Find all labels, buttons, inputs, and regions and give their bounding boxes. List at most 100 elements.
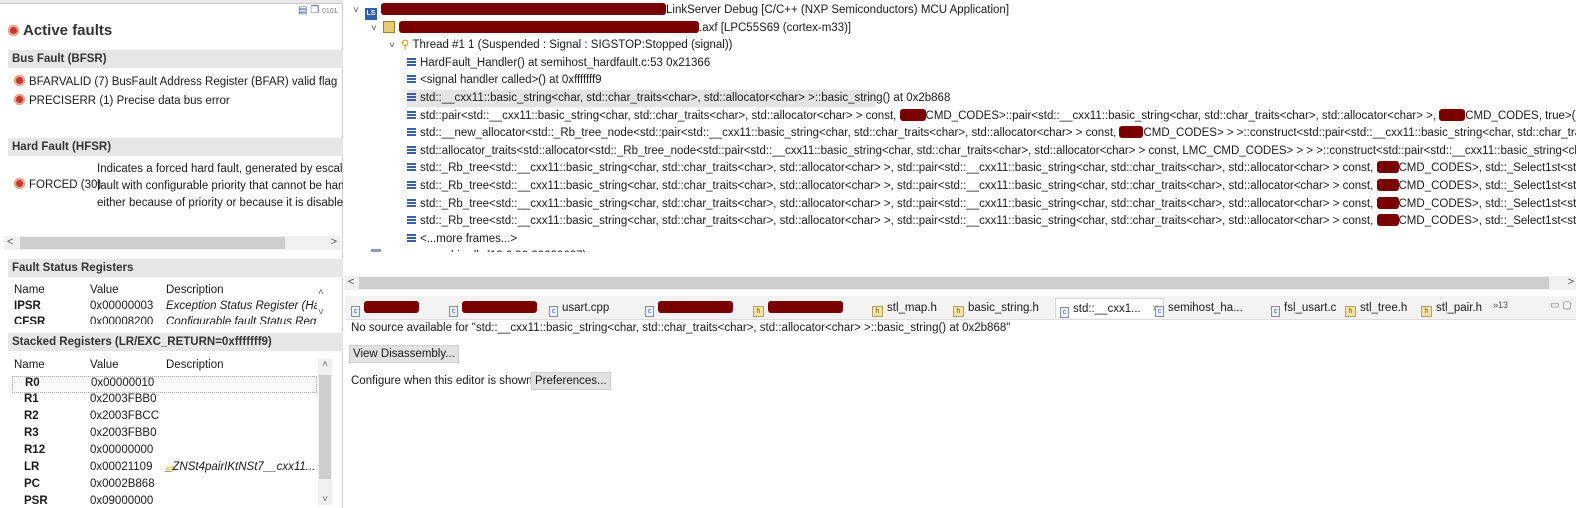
scroll-down-icon[interactable]: ˅ <box>318 494 332 505</box>
item-label: std::allocator_traits<std::allocator<std… <box>420 144 1576 157</box>
scrollbar-thumb[interactable] <box>20 237 285 249</box>
redaction <box>1376 214 1399 227</box>
tab-label: usart.cpp <box>562 302 610 314</box>
col-value: Value <box>90 284 119 296</box>
view-disassembly-button[interactable]: View Disassembly... <box>349 345 459 363</box>
reg-name: R3 <box>24 427 39 439</box>
debug-tree-item[interactable]: <...more frames...> <box>407 231 517 248</box>
debug-tree-item[interactable]: std::__cxx11::basic_string<char, std::ch… <box>407 90 950 107</box>
scrollbar-thumb[interactable] <box>359 277 1549 289</box>
redaction <box>462 301 537 313</box>
tab-label: stl_pair.h <box>1436 302 1483 314</box>
editor-tab[interactable]: c <box>645 298 733 318</box>
table-row[interactable]: R2 0x2003FBCC <box>12 410 317 427</box>
debug-tree-item[interactable]: std::_Rb_tree<std::__cxx11::basic_string… <box>407 213 1576 230</box>
debug-tree-item[interactable]: <signal handler called>() at 0xfffffff9 <box>407 72 602 89</box>
c-file-icon: c <box>1060 307 1069 318</box>
fault-status-header: Fault Status Registers <box>8 259 343 277</box>
editor-tab[interactable]: h stl_pair.h <box>1421 298 1482 318</box>
debug-tree-item[interactable]: std::allocator_traits<std::allocator<std… <box>407 143 1576 160</box>
reg-value: 0x09000000 <box>90 495 154 505</box>
editor-tab[interactable]: c fsl_usart.c <box>1271 298 1336 318</box>
editor-tab[interactable]: c semihost_ha... <box>1155 298 1243 318</box>
editor-tab[interactable]: h basic_string.h <box>953 298 1039 318</box>
item-label: std::__new_allocator<std::_Rb_tree_node<… <box>420 127 1120 140</box>
fault-item: BFARVALID (7) BusFault Address Register … <box>14 75 337 88</box>
scroll-right-icon[interactable]: > <box>1568 276 1574 288</box>
editor-tab[interactable]: cstd::__cxx1... × <box>1055 298 1164 318</box>
item-label: LinkServer Debug [C/C++ (NXP Semiconduct… <box>666 4 1010 16</box>
debug-tree-item[interactable]: std::__new_allocator<std::_Rb_tree_node<… <box>407 125 1576 142</box>
scroll-down-icon[interactable]: ˅ <box>318 303 324 323</box>
fault-name: PRECISERR <box>29 95 97 107</box>
minimize-maximize-icons[interactable]: ▭ ▢ <box>1550 300 1572 311</box>
item-label-cont: CMD_CODES>, std::_Select1st<std::pair<st… <box>1398 197 1576 210</box>
reg-value: 0x00008200 <box>90 316 154 324</box>
scroll-right-icon[interactable]: > <box>331 236 337 248</box>
col-value: Value <box>90 359 119 371</box>
gdb-icon <box>371 249 381 252</box>
editor-tab[interactable]: h stl_tree.h <box>1345 298 1407 318</box>
item-label-cont: CMD_CODES>, std::_Select1st<std::pair<st… <box>1398 215 1576 228</box>
scrollbar-thumb[interactable] <box>319 375 331 479</box>
horizontal-scrollbar[interactable]: < > <box>345 276 1576 290</box>
redaction <box>658 301 733 313</box>
editor-tab[interactable]: c <box>449 298 537 318</box>
debug-tree-item[interactable]: arm-none-eabi-gdb (13.2.90.20230627) <box>371 248 586 252</box>
table-row[interactable]: R3 0x2003FBB0 <box>12 427 317 444</box>
horizontal-scrollbar[interactable]: < > <box>4 236 341 250</box>
debug-tree-item[interactable]: HardFault_Handler() at semihost_hardfaul… <box>407 55 710 72</box>
table-row[interactable]: IPSR 0x00000003 Exception Status Register … <box>12 300 317 316</box>
editor-tab[interactable]: c <box>351 298 419 318</box>
vertical-scrollbar[interactable]: ˄ ˅ <box>318 359 332 505</box>
item-label: std::pair<std::__cxx11::basic_string<cha… <box>420 109 900 122</box>
header-file-icon: h <box>1421 306 1432 317</box>
chevron-down-icon[interactable]: ˅ <box>371 20 383 37</box>
fault-bit: (1) <box>99 95 114 107</box>
redaction <box>1376 179 1399 191</box>
debug-tree-item[interactable]: ˅ LS LinkServer Debug [C/C++ (NXP Semicond… <box>353 2 1010 20</box>
table-row[interactable]: R1 0x2003FBB0 <box>12 393 317 410</box>
scroll-left-icon[interactable]: < <box>348 276 354 288</box>
redaction <box>1376 161 1399 174</box>
layout-icon[interactable]: ▤ <box>298 5 307 16</box>
table-row[interactable]: CFSR 0x00008200 Configurable fault Status … <box>12 316 317 324</box>
debug-tree-item[interactable]: std::_Rb_tree<std::__cxx11::basic_string… <box>407 196 1576 213</box>
item-label-cont: CMD_CODES>::pair<std::__cxx11::basic_str… <box>925 109 1440 122</box>
debug-tree-item[interactable]: std::_Rb_tree<std::__cxx11::basic_string… <box>407 178 1576 195</box>
item-label: arm-none-eabi-gdb (13.2.90.20230627) <box>385 250 586 252</box>
title-text: Active faults <box>23 22 113 39</box>
table-row[interactable]: PSR 0x09000000 <box>12 495 317 505</box>
editor-tab[interactable]: h <box>753 298 843 318</box>
table-row[interactable]: R0 0x00000010 <box>12 376 317 393</box>
vertical-scrollbar[interactable]: ˄ ˅ <box>318 283 324 323</box>
table-row[interactable]: LR 0x00021109 ⇨ _ZNSt4pairIKtNSt7__cxx11..… <box>12 461 317 478</box>
copy-icon[interactable]: ❐ <box>310 5 319 16</box>
scroll-up-icon[interactable]: ˄ <box>318 283 324 303</box>
tab-overflow-button[interactable]: »13 <box>1493 300 1508 310</box>
debug-tree-item[interactable]: std::_Rb_tree<std::__cxx11::basic_string… <box>407 160 1576 177</box>
scroll-left-icon[interactable]: < <box>7 236 13 248</box>
stack-frame-icon <box>407 198 416 207</box>
chevron-down-icon[interactable]: ˅ <box>389 37 401 54</box>
editor-tab[interactable]: h stl_map.h <box>872 298 937 318</box>
reg-name: LR <box>24 461 40 473</box>
table-row[interactable]: R12 0x00000000 <box>12 444 317 461</box>
reg-value: 0x0002B868 <box>90 478 155 490</box>
table-header: Name Value Description <box>12 284 317 300</box>
editor-tab[interactable]: c usart.cpp <box>549 298 609 318</box>
debug-tree-item[interactable]: std::pair<std::__cxx11::basic_string<cha… <box>407 108 1576 125</box>
redaction <box>381 3 666 15</box>
item-label: <...more frames...> <box>420 232 518 245</box>
debug-tree-item[interactable]: ˅ ⚲ Thread #1 1 (Suspended : Signal : SIGS… <box>389 37 733 54</box>
fault-bit: (7) <box>94 76 109 88</box>
preferences-button[interactable]: Preferences... <box>531 372 611 390</box>
view-toolbar: ▤ ❐ 0101 <box>298 5 338 16</box>
debug-tree-item[interactable]: ˅ .axf [LPC55S69 (cortex-m33)] <box>371 20 851 37</box>
table-header: Name Value Description <box>12 359 317 376</box>
scroll-up-icon[interactable]: ˄ <box>318 359 332 370</box>
chevron-down-icon[interactable]: ˅ <box>353 2 365 19</box>
binary-icon[interactable]: 0101 <box>322 8 338 15</box>
view-tab-strip <box>0 0 343 4</box>
table-row[interactable]: PC 0x0002B868 <box>12 478 317 495</box>
